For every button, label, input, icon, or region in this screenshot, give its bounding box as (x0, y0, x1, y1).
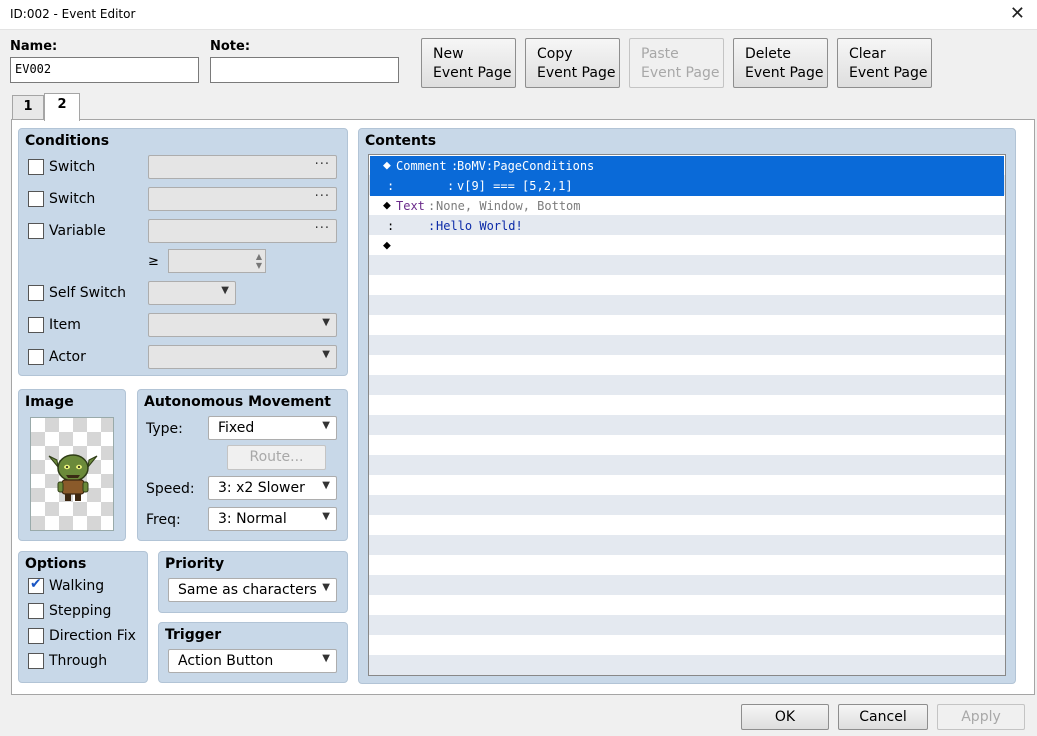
close-icon[interactable]: ✕ (1010, 3, 1025, 24)
spin-down-icon: ▼ (255, 261, 262, 270)
diamond-icon: ◆ (383, 158, 391, 173)
delete-event-page-button[interactable]: Delete Event Page (733, 38, 828, 88)
event-image-preview[interactable] (30, 417, 114, 531)
through-label: Through (49, 653, 108, 669)
chevron-down-icon: ▼ (322, 317, 330, 328)
conditions-title: Conditions (25, 133, 110, 149)
priority-title: Priority (165, 556, 225, 572)
movement-frequency-dropdown[interactable]: 3: Normal ▼ (208, 507, 337, 531)
movement-type-dropdown[interactable]: Fixed ▼ (208, 416, 337, 440)
movement-speed-dropdown[interactable]: 3: x2 Slower ▼ (208, 476, 337, 500)
note-input[interactable] (210, 57, 399, 83)
route-button: Route... (227, 445, 326, 470)
clear-event-page-button[interactable]: Clear Event Page (837, 38, 932, 88)
command-row[interactable]: ◆ Text : None, Window, Bottom (370, 196, 1004, 216)
variable-label: Variable (49, 223, 106, 239)
direction-fix-checkbox[interactable] (28, 628, 44, 644)
item-dropdown: ▼ (148, 313, 337, 337)
event-command-list[interactable]: ◆ Comment : BoMV:PageConditions : : v[9]… (368, 154, 1006, 676)
switch1-checkbox[interactable] (28, 159, 44, 175)
type-label: Type: (146, 421, 183, 437)
switch1-selector: ··· (148, 155, 337, 179)
switch2-label: Switch (49, 191, 96, 207)
variable-selector: ··· (148, 219, 337, 243)
variable-checkbox[interactable] (28, 223, 44, 239)
through-checkbox[interactable] (28, 653, 44, 669)
variable-value-spinner: ▲ ▼ (168, 249, 266, 273)
trigger-dropdown[interactable]: Action Button ▼ (168, 649, 337, 673)
new-event-page-button[interactable]: New Event Page (421, 38, 516, 88)
speed-label: Speed: (146, 481, 195, 497)
window-title: ID:002 - Event Editor (10, 7, 136, 21)
apply-button: Apply (937, 704, 1025, 730)
item-label: Item (49, 317, 81, 333)
tab-page-1[interactable]: 1 (12, 95, 44, 119)
self-switch-dropdown: ▼ (148, 281, 236, 305)
actor-checkbox[interactable] (28, 349, 44, 365)
priority-dropdown[interactable]: Same as characters ▼ (168, 578, 337, 602)
item-checkbox[interactable] (28, 317, 44, 333)
name-label: Name: (10, 39, 58, 54)
command-row[interactable]: ◆ (370, 236, 1004, 256)
contents-title: Contents (365, 133, 437, 149)
direction-fix-label: Direction Fix (49, 628, 136, 644)
actor-dropdown: ▼ (148, 345, 337, 369)
chevron-down-icon: ▼ (322, 349, 330, 360)
ellipsis-icon: ··· (314, 157, 330, 172)
greater-equal-label: ≥ (148, 254, 159, 269)
self-switch-checkbox[interactable] (28, 285, 44, 301)
cancel-button[interactable]: Cancel (838, 704, 928, 730)
switch2-selector: ··· (148, 187, 337, 211)
ellipsis-icon: ··· (314, 221, 330, 236)
walking-checkbox[interactable] (28, 576, 44, 594)
actor-label: Actor (49, 349, 86, 365)
diamond-icon: ◆ (383, 238, 391, 253)
switch1-label: Switch (49, 159, 96, 175)
name-input[interactable]: EV002 (10, 57, 199, 83)
self-switch-label: Self Switch (49, 285, 127, 301)
chevron-down-icon: ▼ (221, 285, 229, 296)
options-title: Options (25, 556, 87, 572)
chevron-down-icon: ▼ (322, 511, 330, 522)
stepping-checkbox[interactable] (28, 603, 44, 619)
command-row[interactable]: : : v[9] === [5,2,1] (370, 176, 1004, 196)
command-row[interactable]: : : Hello World! (370, 216, 1004, 236)
autonomous-movement-title: Autonomous Movement (144, 394, 331, 410)
chevron-down-icon: ▼ (322, 420, 330, 431)
ellipsis-icon: ··· (314, 189, 330, 204)
chevron-down-icon: ▼ (322, 480, 330, 491)
spin-up-icon: ▲ (255, 252, 262, 261)
diamond-icon: ◆ (383, 198, 391, 213)
command-row[interactable]: ◆ Comment : BoMV:PageConditions (370, 156, 1004, 176)
ok-button[interactable]: OK (741, 704, 829, 730)
walking-label: Walking (49, 578, 105, 594)
title-bar: ID:002 - Event Editor ✕ (0, 0, 1037, 30)
switch2-checkbox[interactable] (28, 191, 44, 207)
chevron-down-icon: ▼ (322, 582, 330, 593)
chevron-down-icon: ▼ (322, 653, 330, 664)
freq-label: Freq: (146, 512, 181, 528)
image-title: Image (25, 394, 74, 410)
copy-event-page-button[interactable]: Copy Event Page (525, 38, 620, 88)
trigger-title: Trigger (165, 627, 222, 643)
paste-event-page-button: Paste Event Page (629, 38, 724, 88)
note-label: Note: (210, 39, 251, 54)
goblin-sprite-icon (48, 454, 98, 501)
stepping-label: Stepping (49, 603, 112, 619)
tab-page-2[interactable]: 2 (44, 93, 80, 121)
